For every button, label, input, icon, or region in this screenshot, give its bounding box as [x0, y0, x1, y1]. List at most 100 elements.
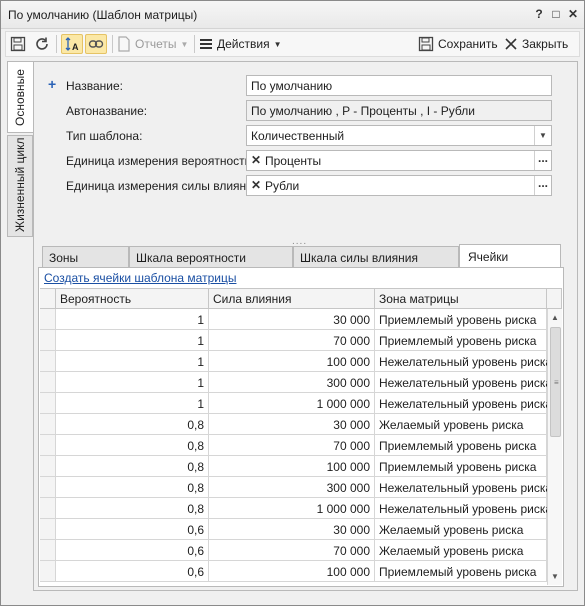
table-cell[interactable]: 0,6 [56, 519, 209, 540]
row-indicator[interactable] [40, 540, 56, 561]
row-indicator[interactable] [40, 435, 56, 456]
sort-toggle-button[interactable]: A [61, 34, 83, 54]
table-cell[interactable]: 300 000 [209, 372, 375, 393]
tab-cells[interactable]: Ячейки [459, 244, 561, 268]
table-cell[interactable]: 1 [56, 330, 209, 351]
table-cell[interactable]: 1 [56, 393, 209, 414]
impact-unit-field[interactable]: ✕ Рубли ... [246, 175, 552, 196]
clear-icon[interactable]: ✕ [251, 178, 261, 192]
row-indicator[interactable] [40, 372, 56, 393]
chevron-down-icon[interactable]: ▼ [534, 126, 551, 145]
row-indicator[interactable] [40, 393, 56, 414]
save-button[interactable]: Сохранить [418, 34, 498, 54]
table-cell[interactable]: 0,8 [56, 477, 209, 498]
table-cell[interactable]: Желаемый уровень риска [375, 519, 547, 540]
table-cell[interactable]: Желаемый уровень риска [375, 414, 547, 435]
tab-impact-scale[interactable]: Шкала силы влияния [293, 246, 459, 268]
table-cell[interactable]: 1 [56, 309, 209, 330]
row-indicator[interactable] [40, 498, 56, 519]
ellipsis-icon[interactable]: ... [534, 151, 551, 170]
table-cell[interactable]: 100 000 [209, 351, 375, 372]
table-cell[interactable]: Нежелательный уровень риска [375, 372, 552, 393]
table-cell[interactable]: Нежелательный уровень риска [375, 477, 552, 498]
table-cell[interactable]: Приемлемый уровень риска [375, 330, 547, 351]
row-indicator[interactable] [40, 561, 56, 582]
table-cell[interactable]: Приемлемый уровень риска [375, 561, 547, 582]
table-cell[interactable]: Желаемый уровень риска [375, 540, 547, 561]
table-cell[interactable]: Нежелательный уровень риска [375, 351, 552, 372]
table-row[interactable]: 0,6 100 000 Приемлемый уровень риска [40, 561, 547, 582]
save-icon-button[interactable] [10, 34, 26, 54]
table-cell[interactable]: 100 000 [209, 561, 375, 582]
table-cell[interactable]: 1 [56, 351, 209, 372]
table-cell[interactable]: Приемлемый уровень риска [375, 456, 547, 477]
table-cell[interactable]: 30 000 [209, 414, 375, 435]
table-row[interactable]: 1 30 000 Приемлемый уровень риска [40, 309, 547, 330]
table-row[interactable]: 0,8 300 000 Нежелательный уровень риска [40, 477, 552, 498]
table-cell[interactable]: Приемлемый уровень риска [375, 435, 547, 456]
tab-zones[interactable]: Зоны [42, 246, 129, 268]
table-row[interactable]: 1 300 000 Нежелательный уровень риска [40, 372, 552, 393]
table-cell[interactable]: 0,8 [56, 414, 209, 435]
table-cell[interactable]: Нежелательный уровень риска [375, 498, 552, 519]
help-button[interactable]: ? [530, 5, 548, 23]
table-cell[interactable]: 1 000 000 [209, 393, 375, 414]
table-cell[interactable]: 0,8 [56, 456, 209, 477]
table-row[interactable]: 0,8 100 000 Приемлемый уровень риска [40, 456, 547, 477]
tab-main[interactable]: Основные [7, 61, 34, 133]
row-indicator[interactable] [40, 351, 56, 372]
tab-probability-scale[interactable]: Шкала вероятности [129, 246, 293, 268]
table-cell[interactable]: 0,8 [56, 498, 209, 519]
scrollbar-thumb[interactable]: ≡ [550, 327, 561, 437]
table-cell[interactable]: 30 000 [209, 519, 375, 540]
template-type-select[interactable]: Количественный ▼ [246, 125, 552, 146]
close-window-button[interactable]: ✕ [564, 5, 582, 23]
close-button[interactable]: Закрыть [504, 34, 568, 54]
vertical-scrollbar[interactable]: ▲ ≡ ▼ [547, 309, 562, 585]
scroll-down-icon[interactable]: ▼ [548, 570, 562, 584]
table-row[interactable]: 0,8 1 000 000 Нежелательный уровень риска [40, 498, 552, 519]
tab-lifecycle[interactable]: Жизненный цикл [7, 135, 33, 237]
table-row[interactable]: 0,6 30 000 Желаемый уровень риска [40, 519, 547, 540]
create-cells-link[interactable]: Создать ячейки шаблона матрицы [44, 271, 236, 285]
table-cell[interactable]: Приемлемый уровень риска [375, 309, 547, 330]
table-cell[interactable]: 100 000 [209, 456, 375, 477]
row-indicator[interactable] [40, 414, 56, 435]
row-indicator[interactable] [40, 519, 56, 540]
column-header-zone[interactable]: Зона матрицы [375, 289, 547, 309]
restore-button[interactable]: □ [547, 5, 565, 23]
reports-menu-button[interactable]: Отчеты ▼ [117, 34, 188, 54]
table-row[interactable]: 11 000 000 Нежелательный уровень риска [40, 393, 552, 414]
ellipsis-icon[interactable]: ... [534, 176, 551, 195]
table-row[interactable]: 0,8 30 000 Желаемый уровень риска [40, 414, 547, 435]
row-indicator[interactable] [40, 309, 56, 330]
table-cell[interactable]: 70 000 [209, 540, 375, 561]
table-cell[interactable]: 0,6 [56, 540, 209, 561]
table-cell[interactable]: 70 000 [209, 330, 375, 351]
plus-icon[interactable]: + [48, 76, 56, 92]
scroll-up-icon[interactable]: ▲ [548, 311, 562, 325]
name-input[interactable]: По умолчанию [246, 75, 552, 96]
row-indicator[interactable] [40, 456, 56, 477]
refresh-button[interactable] [34, 34, 50, 54]
row-indicator[interactable] [40, 330, 56, 351]
table-cell[interactable]: 30 000 [209, 309, 375, 330]
table-row[interactable]: 0,6 70 000 Желаемый уровень риска [40, 540, 547, 561]
table-cell[interactable]: 0,8 [56, 435, 209, 456]
actions-menu-button[interactable]: Действия ▼ [199, 34, 282, 54]
row-indicator[interactable] [40, 477, 56, 498]
table-cell[interactable]: 0,6 [56, 561, 209, 582]
table-row[interactable]: 1 70 000 Приемлемый уровень риска [40, 330, 547, 351]
table-cell[interactable]: Нежелательный уровень риска [375, 393, 552, 414]
table-cell[interactable]: 70 000 [209, 435, 375, 456]
probability-unit-field[interactable]: ✕ Проценты ... [246, 150, 552, 171]
column-header-impact[interactable]: Сила влияния [209, 289, 375, 309]
table-row[interactable]: 1 100 000 Нежелательный уровень риска [40, 351, 552, 372]
link-toggle-button[interactable] [85, 34, 107, 54]
table-cell[interactable]: 1 000 000 [209, 498, 375, 519]
table-row[interactable]: 0,8 70 000 Приемлемый уровень риска [40, 435, 547, 456]
clear-icon[interactable]: ✕ [251, 153, 261, 167]
table-cell[interactable]: 300 000 [209, 477, 375, 498]
table-cell[interactable]: 1 [56, 372, 209, 393]
column-header-probability[interactable]: Вероятность [56, 289, 209, 309]
